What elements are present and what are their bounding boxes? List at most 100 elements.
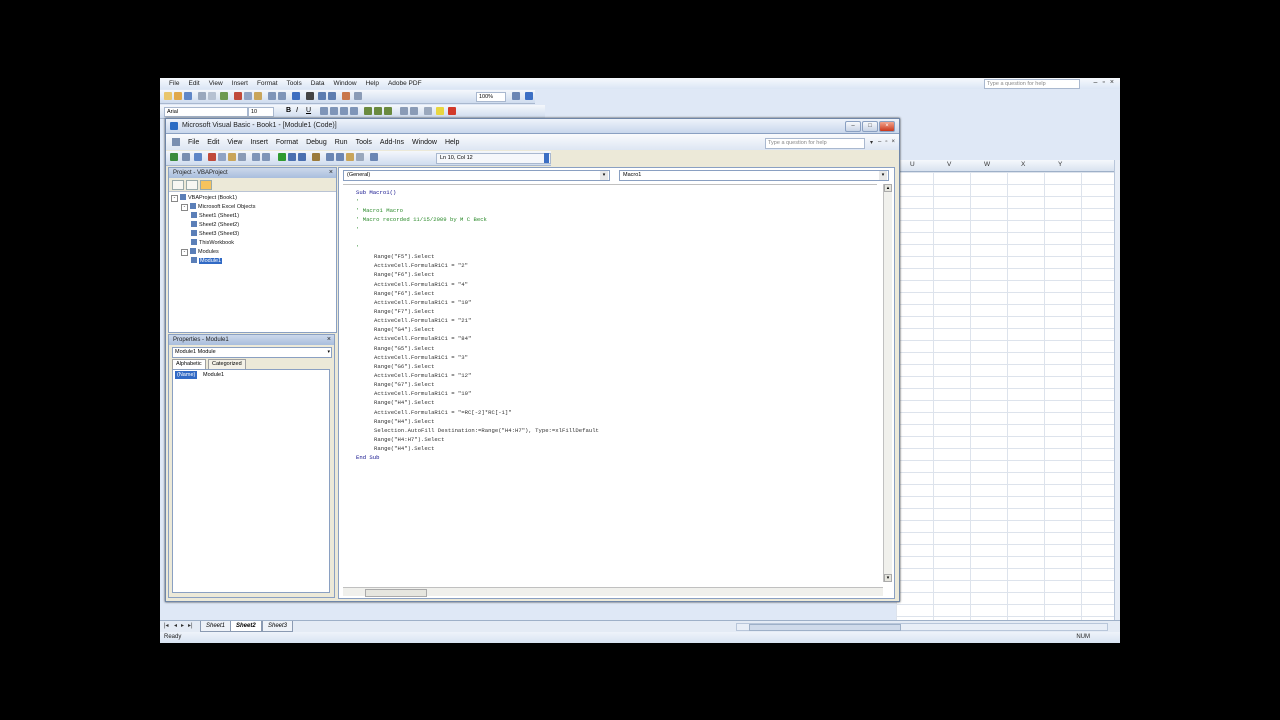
undo-icon[interactable] bbox=[268, 92, 276, 100]
sort-descending-icon[interactable] bbox=[328, 92, 336, 100]
column-header-u[interactable]: U bbox=[910, 161, 915, 168]
code-line[interactable]: Range("H4").Select bbox=[374, 418, 434, 425]
code-line[interactable]: Selection.AutoFill Destination:=Range("H… bbox=[374, 427, 599, 434]
code-vertical-scrollbar[interactable]: ▴ ▾ bbox=[883, 184, 892, 582]
font-name-select[interactable]: Arial bbox=[164, 107, 248, 117]
excel-help-search-input[interactable]: Type a question for help bbox=[984, 79, 1080, 89]
scroll-up-icon[interactable]: ▴ bbox=[884, 184, 892, 192]
new-icon[interactable] bbox=[164, 92, 172, 100]
zoom-select[interactable]: 100% bbox=[476, 92, 506, 102]
code-line[interactable]: Range("G5").Select bbox=[374, 345, 434, 352]
vba-menu-insert[interactable]: Insert bbox=[250, 139, 268, 146]
decrease-indent-icon[interactable] bbox=[400, 107, 408, 115]
maximize-icon[interactable]: □ bbox=[862, 121, 878, 132]
close-icon[interactable]: × bbox=[891, 139, 895, 145]
font-size-select[interactable]: 10 bbox=[248, 107, 274, 117]
prev-sheet-icon[interactable]: ◂ bbox=[174, 622, 177, 629]
close-icon[interactable]: × bbox=[327, 335, 331, 345]
scroll-down-icon[interactable]: ▾ bbox=[884, 574, 892, 582]
object-combo[interactable]: (General) ▾ bbox=[343, 170, 610, 181]
break-icon[interactable] bbox=[288, 153, 296, 161]
view-code-icon[interactable] bbox=[172, 180, 184, 190]
tree-node[interactable]: Sheet1 (Sheet1) bbox=[191, 212, 239, 221]
tree-node[interactable]: Sheet3 (Sheet3) bbox=[191, 230, 239, 239]
run-icon[interactable] bbox=[278, 153, 286, 161]
code-line[interactable]: Range("H4").Select bbox=[374, 399, 434, 406]
tree-node[interactable]: - Modules bbox=[181, 248, 219, 257]
horizontal-scroll-thumb[interactable] bbox=[365, 589, 427, 597]
code-line[interactable]: Range("F7").Select bbox=[374, 308, 434, 315]
excel-menu-file[interactable]: File bbox=[169, 80, 179, 87]
help-icon[interactable] bbox=[370, 153, 378, 161]
property-value[interactable]: Module1 bbox=[203, 371, 224, 379]
excel-menu-help[interactable]: Help bbox=[366, 80, 379, 87]
code-line[interactable]: ActiveCell.FormulaR1C1 = "12" bbox=[374, 372, 471, 379]
code-line[interactable]: ActiveCell.FormulaR1C1 = "=RC[-2]*RC[-1]… bbox=[374, 409, 512, 416]
collapse-icon[interactable]: - bbox=[181, 204, 188, 211]
tree-node[interactable]: ThisWorkbook bbox=[191, 239, 234, 248]
tree-node[interactable]: Sheet2 (Sheet2) bbox=[191, 221, 239, 230]
code-line[interactable]: Range("G4").Select bbox=[374, 326, 434, 333]
code-line[interactable]: Range("F5").Select bbox=[374, 253, 434, 260]
vba-menu-app-icon[interactable] bbox=[172, 138, 180, 146]
autosum-icon[interactable] bbox=[306, 92, 314, 100]
code-line[interactable]: ActiveCell.FormulaR1C1 = "3" bbox=[374, 354, 468, 361]
vba-menu-view[interactable]: View bbox=[227, 139, 242, 146]
sheet-tab-sheet2[interactable]: Sheet2 bbox=[230, 621, 262, 632]
vba-menu-window[interactable]: Window bbox=[412, 139, 437, 146]
chart-wizard-icon[interactable] bbox=[342, 92, 350, 100]
code-line[interactable]: ' Macro1 Macro bbox=[356, 207, 403, 214]
code-line[interactable]: ' bbox=[356, 198, 359, 205]
save-icon[interactable] bbox=[194, 153, 202, 161]
vba-menu-debug[interactable]: Debug bbox=[306, 139, 327, 146]
procedure-combo[interactable]: Macro1 ▾ bbox=[619, 170, 889, 181]
column-header-w[interactable]: W bbox=[984, 161, 990, 168]
spelling-icon[interactable] bbox=[220, 92, 228, 100]
code-line[interactable]: ' bbox=[356, 244, 359, 251]
code-line[interactable]: End Sub bbox=[356, 454, 380, 461]
tree-node[interactable]: - VBAProject (Book1) bbox=[171, 194, 237, 203]
paste-icon[interactable] bbox=[228, 153, 236, 161]
code-line[interactable]: Range("G7").Select bbox=[374, 381, 434, 388]
restore-icon[interactable]: ▫ bbox=[1102, 79, 1104, 86]
collapse-icon[interactable]: - bbox=[171, 195, 178, 202]
code-editor[interactable]: Sub Macro1() ' ' Macro1 Macro ' Macro recor… bbox=[343, 184, 877, 583]
sort-ascending-icon[interactable] bbox=[318, 92, 326, 100]
code-horizontal-scrollbar[interactable] bbox=[343, 587, 883, 597]
find-icon[interactable] bbox=[238, 153, 246, 161]
code-line[interactable]: Range("F6").Select bbox=[374, 290, 434, 297]
cut-icon[interactable] bbox=[234, 92, 242, 100]
tree-node[interactable]: - Microsoft Excel Objects bbox=[181, 203, 255, 212]
redo-icon[interactable] bbox=[262, 153, 270, 161]
column-header-x[interactable]: X bbox=[1021, 161, 1025, 168]
properties-object-select[interactable]: Module1 Module ▾ bbox=[172, 347, 332, 358]
merge-center-icon[interactable] bbox=[350, 107, 358, 115]
vba-menu-format[interactable]: Format bbox=[276, 139, 298, 146]
excel-menu-adobe-pdf[interactable]: Adobe PDF bbox=[388, 80, 422, 87]
vba-menu-run[interactable]: Run bbox=[335, 139, 348, 146]
vba-title-bar[interactable]: Microsoft Visual Basic - Book1 - [Module… bbox=[166, 119, 899, 134]
drawing-icon[interactable] bbox=[354, 92, 362, 100]
vba-menu-file[interactable]: File bbox=[188, 139, 199, 146]
align-left-icon[interactable] bbox=[320, 107, 328, 115]
restore-icon[interactable]: ▫ bbox=[885, 139, 887, 145]
code-line[interactable]: ' Macro recorded 11/15/2009 by M C Beck bbox=[356, 216, 487, 223]
sheet-tab-sheet3[interactable]: Sheet3 bbox=[262, 621, 294, 632]
paste-icon[interactable] bbox=[254, 92, 262, 100]
toolbar-options-icon[interactable] bbox=[525, 92, 533, 100]
save-icon[interactable] bbox=[184, 92, 192, 100]
vba-menu-edit[interactable]: Edit bbox=[207, 139, 219, 146]
worksheet-horizontal-scrollbar[interactable] bbox=[736, 623, 1108, 631]
code-line[interactable]: ActiveCell.FormulaR1C1 = "10" bbox=[374, 299, 471, 306]
undo-icon[interactable] bbox=[252, 153, 260, 161]
hyperlink-icon[interactable] bbox=[292, 92, 300, 100]
chevron-down-icon[interactable]: ▾ bbox=[327, 348, 330, 357]
help-icon[interactable] bbox=[512, 92, 520, 100]
percent-icon[interactable] bbox=[374, 107, 382, 115]
excel-menu-view[interactable]: View bbox=[209, 80, 223, 87]
collapse-icon[interactable]: - bbox=[181, 249, 188, 256]
reset-icon[interactable] bbox=[298, 153, 306, 161]
minimize-icon[interactable]: – bbox=[878, 139, 881, 145]
code-line[interactable]: Range("H4:H7").Select bbox=[374, 436, 445, 443]
toolbox-icon[interactable] bbox=[356, 153, 364, 161]
